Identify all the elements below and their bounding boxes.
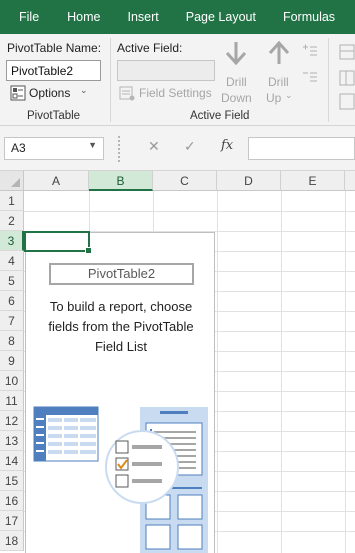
row-header-17[interactable]: 17 — [0, 511, 24, 531]
pivottable-name-box: PivotTable2 — [49, 263, 194, 285]
column-header-f[interactable] — [345, 171, 355, 191]
cancel-icon[interactable]: ✕ — [148, 138, 160, 155]
fx-icon[interactable]: fx — [221, 138, 233, 153]
gridline — [24, 211, 355, 212]
group-label-active-field: Active Field — [190, 110, 250, 122]
row-header-12[interactable]: 12 — [0, 411, 24, 431]
pivottable-name-label: PivotTable Name: — [7, 41, 102, 55]
menu-bar: File Home Insert Page Layout Formulas — [0, 0, 355, 34]
formula-bar-grip[interactable] — [118, 136, 120, 162]
row-header-13[interactable]: 13 — [0, 431, 24, 451]
ribbon-separator — [328, 38, 329, 122]
worksheet-grid[interactable]: A B C D E 1 2 3 4 5 6 7 8 9 10 11 12 13 … — [0, 171, 355, 553]
column-header-e[interactable]: E — [281, 171, 345, 191]
row-header-4[interactable]: 4 — [0, 251, 24, 271]
row-header-15[interactable]: 15 — [0, 471, 24, 491]
drill-up-icon — [267, 40, 291, 66]
active-field-input[interactable] — [117, 60, 215, 81]
name-box-dropdown-icon[interactable]: ▼ — [88, 140, 97, 150]
row-header-2[interactable]: 2 — [0, 211, 24, 231]
active-field-label: Active Field: — [117, 41, 183, 55]
row-header-5[interactable]: 5 — [0, 271, 24, 291]
drill-up-dropdown-icon[interactable]: ⌄ — [285, 90, 293, 101]
options-icon — [10, 85, 26, 101]
group-field-icon[interactable] — [337, 42, 355, 60]
column-header-b[interactable]: B — [89, 171, 153, 191]
menu-page-layout[interactable]: Page Layout — [159, 0, 256, 34]
gridline — [345, 191, 346, 553]
gridline — [217, 191, 218, 553]
field-settings-icon — [119, 85, 135, 101]
enter-icon[interactable]: ✓ — [184, 138, 196, 155]
column-header-c[interactable]: C — [153, 171, 217, 191]
ribbon: PivotTable Name: Options ⌄ PivotTable Ac… — [0, 34, 355, 126]
gridline — [281, 191, 282, 553]
menu-formulas[interactable]: Formulas — [256, 0, 335, 34]
pivottable-illustration-icon — [33, 406, 208, 553]
group-label-pivottable: PivotTable — [27, 110, 81, 122]
dropdown-icon[interactable]: ⌄ — [80, 85, 88, 96]
drill-down-label-2[interactable]: Down — [221, 91, 252, 105]
ribbon-separator — [110, 38, 111, 122]
menu-file[interactable]: File — [0, 0, 39, 34]
row-header-10[interactable]: 10 — [0, 371, 24, 391]
menu-home[interactable]: Home — [39, 0, 100, 34]
pivottable-instructions: To build a report, choose fields from th… — [48, 299, 194, 354]
row-header-14[interactable]: 14 — [0, 451, 24, 471]
menu-insert[interactable]: Insert — [101, 0, 159, 34]
group-selection-icon[interactable] — [337, 92, 355, 110]
formula-input[interactable] — [248, 137, 355, 160]
row-header-7[interactable]: 7 — [0, 311, 24, 331]
pivottable-name-input[interactable] — [6, 60, 101, 81]
field-settings-button[interactable]: Field Settings — [139, 86, 212, 100]
column-header-d[interactable]: D — [217, 171, 281, 191]
row-header-6[interactable]: 6 — [0, 291, 24, 311]
row-header-1[interactable]: 1 — [0, 191, 24, 211]
drill-up-label-2[interactable]: Up — [266, 91, 281, 105]
drill-down-label-1[interactable]: Drill — [226, 75, 247, 89]
select-all-button[interactable] — [0, 171, 24, 191]
row-header-8[interactable]: 8 — [0, 331, 24, 351]
formula-bar: A3 ▼ ✕ ✓ fx — [0, 126, 355, 171]
name-box-value: A3 — [11, 141, 26, 155]
active-cell-a3[interactable] — [24, 231, 92, 254]
ungroup-icon[interactable] — [337, 68, 355, 86]
column-header-a[interactable]: A — [24, 171, 89, 191]
row-header-18[interactable]: 18 — [0, 531, 24, 551]
drill-down-icon — [224, 40, 248, 66]
row-header-11[interactable]: 11 — [0, 391, 24, 411]
pivottable-placeholder[interactable]: PivotTable2 To build a report, choose fi… — [25, 232, 215, 553]
collapse-field-icon[interactable] — [302, 70, 318, 86]
row-header-3[interactable]: 3 — [0, 231, 24, 251]
expand-field-icon[interactable] — [302, 44, 318, 60]
name-box[interactable]: A3 ▼ — [4, 137, 104, 160]
row-header-9[interactable]: 9 — [0, 351, 24, 371]
options-button[interactable]: Options — [29, 86, 70, 100]
drill-up-label-1[interactable]: Drill — [268, 75, 289, 89]
row-header-16[interactable]: 16 — [0, 491, 24, 511]
